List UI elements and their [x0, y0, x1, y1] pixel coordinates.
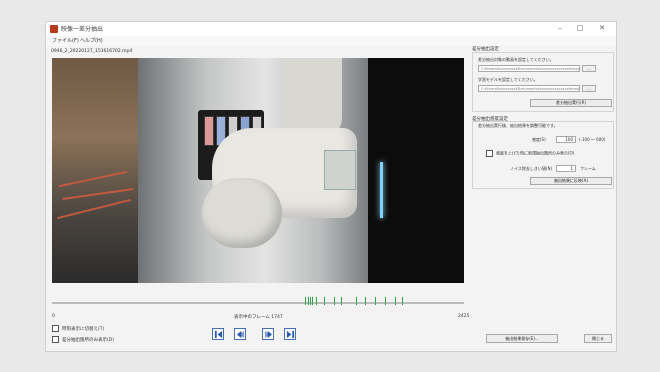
maximize-button[interactable]: □: [572, 23, 588, 34]
close-dialog-button[interactable]: 閉じる: [584, 334, 612, 343]
noise-unit: フレーム: [580, 166, 596, 171]
video-browse-button[interactable]: ...: [582, 65, 596, 72]
prev-frame-icon: [236, 330, 244, 338]
video-path-label: 差分抽出対象の動画を設定してください。: [478, 57, 554, 62]
save-result-button[interactable]: 抽出結果保存(E)...: [486, 334, 558, 343]
tray-slot: [204, 116, 214, 146]
timeline-marker: [307, 297, 309, 305]
timeline-marker: [356, 297, 358, 305]
minimize-button[interactable]: –: [552, 23, 568, 34]
sensitivity-label: 感度(S): [532, 137, 546, 142]
video-file-name: 0946_2_20220127_151616702.mp4: [51, 49, 133, 54]
diff-only-option[interactable]: 差分抽出箇所のみ表示(D): [52, 336, 114, 343]
noise-threshold-input[interactable]: 1: [556, 165, 576, 172]
sensitivity-desc: 差分抽出実行後、抽出結果を調整可能です。: [478, 123, 558, 128]
sensitivity-input[interactable]: 100: [556, 136, 576, 143]
app-window: 映像一差分抽出 – □ ✕ ファイル(F) ヘルプ(H) 0946_2_2022…: [45, 21, 617, 352]
menu-help[interactable]: ヘルプ(H): [80, 37, 103, 44]
robot-led: [380, 162, 383, 218]
sensitivity-range: (-100 ～ 600): [579, 137, 606, 142]
robot-joint: [202, 178, 282, 248]
timeline-marker: [395, 297, 397, 305]
video-view[interactable]: [52, 58, 464, 283]
timeline-marker: [401, 297, 403, 305]
apply-result-button[interactable]: 抽出結果に反映(A): [530, 177, 612, 185]
video-path-input[interactable]: C:¥Users¥xxxxxxxx¥Documents¥xxxxxxxxxxxx…: [478, 65, 580, 72]
upper-only-label: 感度を上げた時に新規抽出箇所のみ表示(O): [496, 150, 575, 156]
next-frame-icon: [264, 330, 272, 338]
window-title: 映像一差分抽出: [61, 26, 104, 33]
next-frame-button[interactable]: [262, 328, 274, 340]
last-frame-button[interactable]: [284, 328, 296, 340]
diff-only-label: 差分抽出箇所のみ表示(D): [62, 338, 114, 343]
timeline-marker: [384, 297, 386, 305]
end-frame: 2425: [458, 314, 470, 319]
close-button[interactable]: ✕: [594, 23, 610, 34]
checkbox[interactable]: [486, 150, 493, 157]
time-display-option[interactable]: 時刻表示に切替え(T): [52, 325, 104, 332]
upper-only-option[interactable]: 感度を上げた時に新規抽出箇所のみ表示(O): [486, 150, 574, 157]
first-frame-icon: [214, 330, 222, 338]
checkbox[interactable]: [52, 336, 59, 343]
timeline-marker: [323, 297, 325, 305]
prev-frame-button[interactable]: [234, 328, 246, 340]
menu-file[interactable]: ファイル(F): [52, 37, 79, 44]
last-frame-icon: [286, 330, 294, 338]
robot-upper-arm: [282, 58, 342, 138]
timeline-marker: [374, 297, 376, 305]
timeline-marker: [364, 297, 366, 305]
start-frame: 0: [52, 314, 55, 319]
current-frame-label: 表示中のフレーム 1747: [234, 315, 283, 320]
time-display-label: 時刻表示に切替え(T): [62, 327, 105, 332]
timeline-marker: [305, 297, 307, 305]
model-path-label: 学習モデルを設定してください。: [478, 77, 538, 82]
model-path-input[interactable]: C:¥Users¥xxxxxxxx¥Documents¥xxxxxxxxxxxx…: [478, 85, 580, 92]
menu-bar: ファイル(F) ヘルプ(H): [46, 36, 616, 46]
video-left-background: [52, 58, 138, 283]
timeline-marker: [311, 297, 313, 305]
timeline-marker: [340, 297, 342, 305]
model-browse-button[interactable]: ...: [582, 85, 596, 92]
timeline-marker: [316, 297, 318, 305]
run-diff-button[interactable]: 差分抽出実行(R): [530, 99, 612, 107]
title-bar: 映像一差分抽出 – □ ✕: [46, 22, 616, 36]
first-frame-button[interactable]: [212, 328, 224, 340]
noise-threshold-label: ノイズ除去しきい値(N): [510, 166, 552, 171]
robot-control-panel: [324, 150, 356, 190]
app-icon: [50, 25, 58, 33]
checkbox[interactable]: [52, 325, 59, 332]
timeline-marker: [334, 297, 336, 305]
